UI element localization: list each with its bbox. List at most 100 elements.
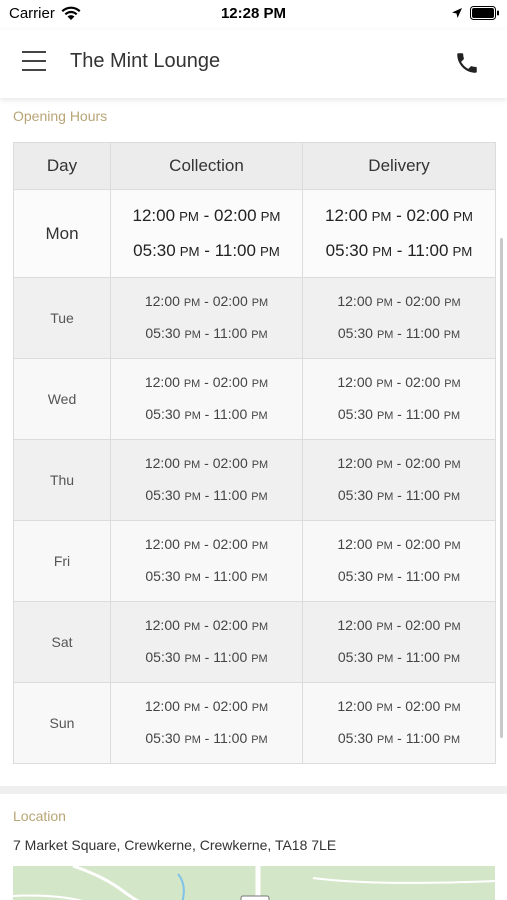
time-slot: 05:30 PM - 11:00 PM [303,642,495,674]
time-separator: - [393,730,406,746]
phone-icon[interactable] [454,50,480,76]
ampm-label: PM [443,410,461,422]
time-slot: 05:30 PM - 11:00 PM [303,561,495,593]
ampm-label: PM [376,621,393,633]
opening-hours-heading: Opening Hours [13,108,108,124]
ampm-label: PM [183,378,201,390]
ampm-label: PM [444,459,461,471]
time-value: 11:00 [213,487,248,503]
ampm-label: PM [184,410,201,422]
location-arrow-icon [452,8,462,18]
content-scroll[interactable]: Opening Hours Day Collection Delivery Mo… [0,98,507,900]
time-separator: - [391,205,407,225]
column-header-collection: Collection [110,142,303,190]
time-separator: - [393,568,406,584]
time-value: 02:00 [405,698,441,714]
time-value: 11:00 [405,487,440,503]
delivery-hours-cell: 12:00 PM - 02:00 PM 05:30 PM - 11:00 PM [302,682,496,764]
time-value: 11:00 [213,649,248,665]
collection-hours-cell: 12:00 PM - 02:00 PM 05:30 PM - 11:00 PM [110,277,303,359]
time-slot: 12:00 PM - 02:00 PM [111,529,302,561]
time-separator: - [393,487,406,503]
time-value: 05:30 [325,240,369,260]
time-slot: 12:00 PM - 02:00 PM [303,529,495,561]
ampm-label: PM [179,243,200,259]
time-value: 11:00 [405,568,440,584]
time-slot: 05:30 PM - 11:00 PM [111,399,302,431]
time-separator: - [200,374,213,390]
time-value: 11:00 [213,730,248,746]
time-value: 05:30 [145,325,181,341]
time-value: 02:00 [212,293,248,309]
hours-row-fri: Fri 12:00 PM - 02:00 PM 05:30 PM - 11:00 PM 12:… [13,520,496,602]
time-value: 05:30 [145,568,181,584]
time-separator: - [392,293,406,309]
ampm-label: PM [251,329,268,341]
time-value: 12:00 [337,455,373,471]
time-value: 05:30 [337,649,373,665]
location-address: 7 Market Square, Crewkerne, Crewkerne, T… [13,837,337,853]
time-value: 02:00 [212,617,248,633]
ampm-label: PM [183,621,201,633]
column-header-day: Day [13,142,111,190]
time-slot: 12:00 PM - 02:00 PM [111,286,302,318]
ampm-label: PM [184,653,201,665]
time-separator: - [392,455,406,471]
ampm-label: PM [251,734,268,746]
section-divider [0,786,507,794]
time-separator: - [392,617,406,633]
time-value: 12:00 [144,455,180,471]
time-separator: - [200,649,214,665]
ampm-label: PM [376,734,394,746]
ampm-label: PM [452,243,473,259]
location-map[interactable] [13,866,495,900]
collection-hours-cell: 12:00 PM - 02:00 PM 05:30 PM - 11:00 PM [110,189,303,278]
time-value: 02:00 [405,536,441,552]
time-value: 02:00 [405,455,441,471]
time-separator: - [392,240,408,260]
time-value: 02:00 [405,374,441,390]
ampm-label: PM [251,491,268,503]
ampm-label: PM [251,653,268,665]
time-separator: - [393,325,406,341]
ampm-label: PM [376,410,394,422]
day-cell: Wed [13,358,111,440]
time-value: 12:00 [337,698,373,714]
delivery-hours-cell: 12:00 PM - 02:00 PM 05:30 PM - 11:00 PM [302,277,496,359]
scroll-indicator[interactable] [500,238,503,738]
collection-hours-cell: 12:00 PM - 02:00 PM 05:30 PM - 11:00 PM [110,682,303,764]
ampm-label: PM [372,243,393,259]
ampm-label: PM [184,491,201,503]
time-value: 05:30 [145,649,181,665]
time-value: 12:00 [144,536,180,552]
ampm-label: PM [259,243,280,259]
time-slot: 12:00 PM - 02:00 PM [303,286,495,318]
time-separator: - [200,325,214,341]
time-slot: 05:30 PM - 11:00 PM [303,318,495,350]
time-value: 11:00 [405,406,440,422]
time-slot: 05:30 PM - 11:00 PM [111,642,302,674]
time-value: 11:00 [213,568,248,584]
collection-hours-cell: 12:00 PM - 02:00 PM 05:30 PM - 11:00 PM [110,358,303,440]
time-value: 05:30 [337,568,373,584]
time-value: 05:30 [133,240,176,260]
delivery-hours-cell: 12:00 PM - 02:00 PM 05:30 PM - 11:00 PM [302,439,496,521]
time-value: 02:00 [212,455,248,471]
ampm-label: PM [184,572,201,584]
ampm-label: PM [443,572,461,584]
hours-row-sat: Sat 12:00 PM - 02:00 PM 05:30 PM - 11:00 PM 12:… [13,601,496,683]
ampm-label: PM [443,491,461,503]
time-value: 02:00 [405,617,441,633]
time-value: 12:00 [132,205,176,225]
time-value: 05:30 [337,406,373,422]
ampm-label: PM [183,702,201,714]
hamburger-menu-icon[interactable] [22,51,48,73]
time-value: 12:00 [337,293,373,309]
time-separator: - [200,730,214,746]
ampm-label: PM [376,459,393,471]
ampm-label: PM [376,297,393,309]
time-value: 12:00 [144,293,180,309]
ampm-label: PM [251,621,269,633]
ampm-label: PM [251,459,269,471]
time-value: 12:00 [337,374,373,390]
